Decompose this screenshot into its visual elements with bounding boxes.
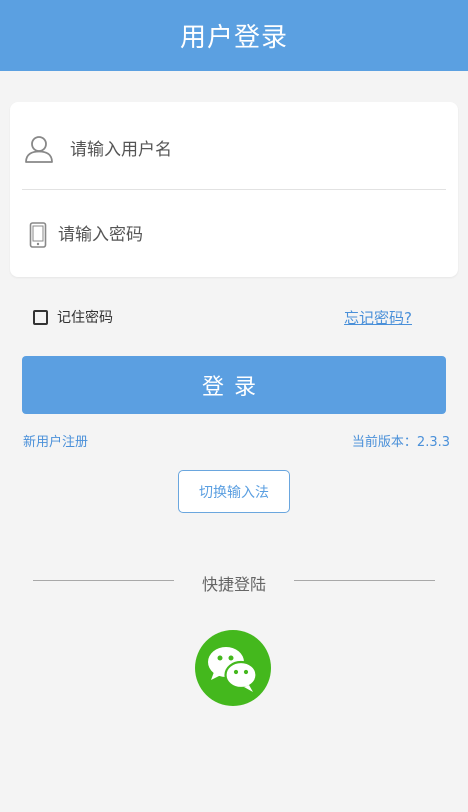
password-input[interactable] [58,220,428,250]
quick-login-divider-right [294,580,435,581]
forgot-password-link[interactable]: 忘记密码? [344,307,412,328]
register-link[interactable]: 新用户注册 [23,431,88,450]
remember-label: 记住密码 [57,310,113,326]
phone-icon [29,222,47,248]
page-title: 用户登录 [179,23,288,53]
field-divider [22,189,446,190]
username-row [10,128,458,172]
remember-password-toggle[interactable]: 记住密码 [33,306,113,328]
switch-ime-label: 切换输入法 [199,484,269,501]
login-card [10,102,458,277]
login-button[interactable]: 登录 [22,356,446,414]
quick-login-divider-left [33,580,174,581]
version-text: 当前版本：2.3.3 [351,435,450,450]
user-icon [25,136,53,163]
switch-ime-button[interactable]: 切换输入法 [178,470,290,513]
password-row [10,213,458,257]
remember-checkbox[interactable] [33,309,48,325]
username-input[interactable] [70,135,430,165]
wechat-icon[interactable] [195,630,271,706]
quick-login-title: 快捷登陆 [201,575,266,594]
login-button-label: 登录 [201,375,266,400]
app-header: 用户登录 [0,0,468,71]
